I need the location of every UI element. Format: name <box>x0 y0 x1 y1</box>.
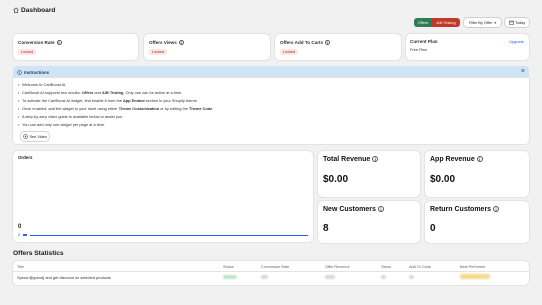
offers-mode-button[interactable]: Offers <box>414 18 432 27</box>
instruction-item: To activate the CartBoost AI widget, fin… <box>18 98 198 103</box>
instructions-title: Instructions <box>24 69 50 75</box>
column-header-offer-revenue: Offer Revenue <box>325 265 350 269</box>
info-circle-icon <box>17 69 22 75</box>
column-header-title: Title <box>17 265 25 269</box>
return-customers-card: Return Customers i 0 <box>425 201 529 243</box>
locked-badge: Locked <box>18 49 37 55</box>
orders-legend-swatch <box>23 234 27 236</box>
info-icon[interactable]: i <box>178 40 184 46</box>
info-icon[interactable]: i <box>56 40 62 46</box>
instruction-item: A step-by-step video guide is available … <box>18 114 123 119</box>
instruction-item: CartBoost AI supports two modes: Offers … <box>18 90 182 95</box>
locked-badge: Locked <box>149 49 168 55</box>
see-video-label: See Video <box>29 134 47 139</box>
instruction-item: Welcome to CartBoost AI. <box>18 82 67 87</box>
metric-value: $0.00 <box>323 174 349 185</box>
ab-testing-mode-button[interactable]: A/B Testing <box>432 18 460 27</box>
plan-name: Free Plan <box>410 47 427 52</box>
today-label: Today <box>515 20 526 25</box>
instruction-item: You can add only one widget per page at … <box>18 122 105 127</box>
table-row[interactable]: Spend $[spend] and get discount on selec… <box>13 271 529 285</box>
upgrade-link[interactable]: Upgrade <box>509 39 524 44</box>
views-cell <box>381 275 386 279</box>
add-to-carts-cell <box>409 275 414 279</box>
locked-badge: Locked <box>280 49 299 55</box>
column-header-views: Views <box>381 265 392 269</box>
orders-axis-line <box>30 235 308 236</box>
date-range-button[interactable]: Today <box>505 18 529 27</box>
offer-title-cell: Spend $[spend] and get discount on selec… <box>17 275 111 280</box>
page-title: Dashboard <box>21 6 56 14</box>
video-icon <box>23 134 28 139</box>
info-icon[interactable]: i <box>325 40 331 46</box>
info-icon[interactable]: i <box>476 156 483 163</box>
metric-value: $0.00 <box>430 174 456 185</box>
orders-title: Orders <box>18 155 33 160</box>
page-header: Dashboard <box>13 5 55 15</box>
metric-title: New Customers <box>323 206 376 213</box>
new-customers-card: New Customers i 8 <box>318 201 420 243</box>
stat-card-offers-views: Offers Views i Locked <box>144 34 270 60</box>
orders-card: Orders 0 0 <box>13 151 313 242</box>
metric-title: Return Customers <box>430 206 492 213</box>
stat-card-add-to-carts: Offers Add To Carts i Locked <box>275 34 401 60</box>
info-icon[interactable]: i <box>372 156 379 163</box>
orders-value: 0 <box>18 224 22 230</box>
stat-card-conversion-rate: Conversion Rate i Locked <box>13 34 138 60</box>
info-icon[interactable]: i <box>493 206 500 213</box>
close-icon[interactable]: × <box>521 68 525 76</box>
chevron-down-icon: ▾ <box>494 20 497 25</box>
calendar-icon <box>508 20 514 25</box>
column-header-status: Status <box>223 265 234 269</box>
column-header-conversion-rate: Conversion Rate <box>261 265 290 269</box>
column-header-add-to-carts: Add To Carts <box>409 265 431 269</box>
stat-label: Conversion Rate <box>18 40 55 45</box>
metric-value: 0 <box>430 223 436 234</box>
offer-revenue-cell <box>325 275 335 279</box>
stat-label: Offers Add To Carts <box>280 40 324 45</box>
instructions-banner-header: Instructions × <box>13 66 529 78</box>
see-video-button[interactable]: See Video <box>21 132 49 141</box>
column-header-best-performer: Best Performer <box>460 265 486 269</box>
total-revenue-card: Total Revenue i $0.00 <box>318 151 420 197</box>
offers-statistics-table: Title Status Conversion Rate Offer Reven… <box>13 261 529 285</box>
best-performer-cell <box>460 274 490 279</box>
instructions-body: Welcome to CartBoost AI. CartBoost AI su… <box>13 78 529 144</box>
status-badge <box>223 275 237 279</box>
current-plan-card: Current Plan Free Plan Upgrade <box>406 34 529 60</box>
app-revenue-card: App Revenue i $0.00 <box>425 151 529 197</box>
stat-label: Offers Views <box>149 40 177 45</box>
metric-title: Total Revenue <box>323 156 371 163</box>
info-icon[interactable]: i <box>377 206 384 213</box>
metric-title: App Revenue <box>430 156 475 163</box>
plan-title: Current Plan <box>410 39 438 44</box>
mode-toggle: Offers A/B Testing <box>414 18 460 27</box>
orders-axis-tick-label: 0 <box>18 233 20 237</box>
offers-statistics-title: Offers Statistics <box>13 250 64 257</box>
instruction-item: Once enabled, add the widget to your sto… <box>18 106 213 111</box>
filter-label: Filter By Offer <box>468 20 493 25</box>
home-icon <box>13 7 19 13</box>
filter-by-offer-select[interactable]: Filter By Offer ▾ <box>464 18 501 27</box>
conversion-rate-cell <box>261 275 268 279</box>
metric-value: 8 <box>323 223 329 234</box>
